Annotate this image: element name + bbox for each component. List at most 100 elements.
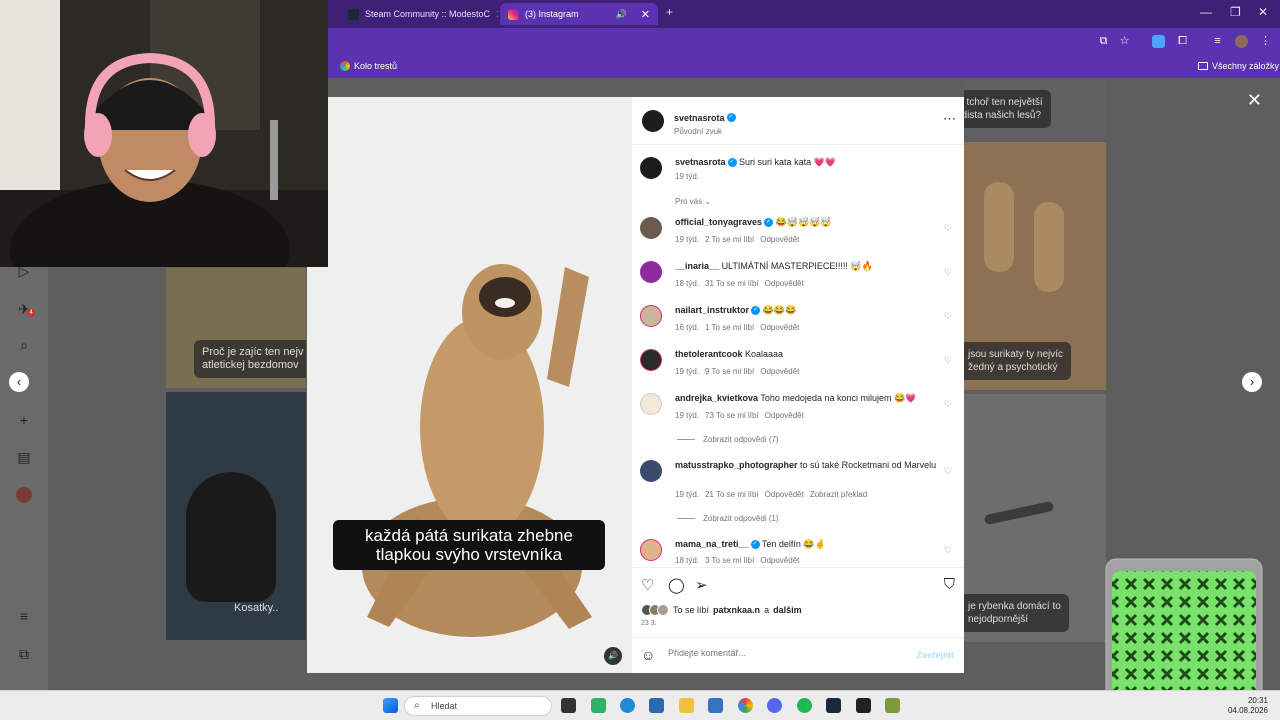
close-modal-icon[interactable]: ✕ bbox=[1247, 90, 1262, 111]
comment-likes[interactable]: 31 To se mi líbí bbox=[705, 279, 759, 288]
steam-icon[interactable] bbox=[826, 698, 841, 713]
post-video[interactable]: každá pátá surikata zhebne tlapkou svýho… bbox=[307, 97, 632, 673]
profile-avatar[interactable] bbox=[1235, 35, 1248, 48]
comment-input[interactable] bbox=[668, 648, 898, 658]
windows-start-icon[interactable] bbox=[383, 698, 398, 713]
threads-icon[interactable]: ⧉ bbox=[16, 646, 32, 662]
bookmark-star-icon[interactable]: ☆ bbox=[1118, 35, 1131, 48]
reply-button[interactable]: Odpovědět bbox=[760, 367, 799, 376]
like-comment-icon[interactable]: ♡ bbox=[944, 355, 952, 366]
publish-button[interactable]: Zveřejnit bbox=[916, 650, 954, 660]
search-icon[interactable]: ⌕ bbox=[16, 337, 32, 353]
menu-icon[interactable]: ⋮ bbox=[1259, 35, 1272, 48]
liked-by-user[interactable]: patxnkaa.n bbox=[713, 605, 760, 615]
reply-button[interactable]: Odpovědět bbox=[760, 556, 799, 565]
like-comment-icon[interactable]: ♡ bbox=[944, 466, 952, 477]
reply-button[interactable]: Odpovědět bbox=[765, 279, 804, 288]
grid-tile[interactable]: je rybenka domácí to nejodpornější bbox=[964, 394, 1106, 642]
more-menu-icon[interactable]: ≡ bbox=[16, 608, 32, 624]
bookmark-kolo-trestu[interactable]: Kolo trestů bbox=[340, 61, 397, 71]
like-comment-icon[interactable]: ♡ bbox=[944, 223, 952, 234]
avatar[interactable] bbox=[640, 539, 662, 561]
task-view-icon[interactable] bbox=[561, 698, 576, 713]
more-options-icon[interactable]: ⋯ bbox=[943, 111, 956, 127]
edge-icon[interactable] bbox=[620, 698, 635, 713]
tab-instagram[interactable]: (3) Instagram 🔊 ✕ bbox=[500, 3, 658, 25]
avatar[interactable] bbox=[640, 349, 662, 371]
profile-avatar[interactable] bbox=[16, 487, 32, 503]
mail-icon[interactable] bbox=[708, 698, 723, 713]
like-comment-icon[interactable]: ♡ bbox=[944, 267, 952, 278]
grid-tile[interactable]: je tchoř ten největší adista našich lesů… bbox=[964, 78, 1106, 138]
system-clock[interactable]: 20:31 04.08.2026 bbox=[1228, 696, 1268, 716]
previous-post-button[interactable]: ‹ bbox=[9, 372, 29, 392]
comment-username[interactable]: thetolerantcook bbox=[675, 349, 743, 359]
reply-button[interactable]: Odpovědět bbox=[760, 235, 799, 244]
view-replies-button[interactable]: Zobrazit odpovědi (1) bbox=[677, 514, 779, 523]
maximize-icon[interactable]: ❐ bbox=[1230, 5, 1241, 19]
comment-likes[interactable]: 2 To se mi líbí bbox=[705, 235, 754, 244]
avatar[interactable] bbox=[640, 305, 662, 327]
like-icon[interactable]: ♡ bbox=[641, 576, 654, 594]
avatar[interactable] bbox=[640, 261, 662, 283]
like-comment-icon[interactable]: ♡ bbox=[944, 399, 952, 410]
avatar[interactable] bbox=[640, 393, 662, 415]
dashboard-icon[interactable]: ▤ bbox=[16, 449, 32, 465]
share-icon[interactable]: ➢ bbox=[695, 576, 708, 594]
comment-likes[interactable]: 21 To se mi líbí bbox=[705, 490, 759, 499]
comment-likes[interactable]: 1 To se mi líbí bbox=[705, 323, 754, 332]
reply-button[interactable]: Odpovědět bbox=[760, 323, 799, 332]
close-icon[interactable]: ✕ bbox=[641, 8, 650, 21]
comment-username[interactable]: matusstrapko_photographer bbox=[675, 460, 798, 470]
game-launcher-icon[interactable] bbox=[856, 698, 871, 713]
comment-username[interactable]: official_tonyagraves bbox=[675, 217, 762, 227]
like-comment-icon[interactable]: ♡ bbox=[944, 545, 952, 556]
like-comment-icon[interactable]: ♡ bbox=[944, 311, 952, 322]
avatar[interactable] bbox=[642, 110, 664, 132]
extension-icon[interactable] bbox=[1152, 35, 1165, 48]
reply-button[interactable]: Odpovědět bbox=[765, 411, 804, 420]
tab-search-icon[interactable]: ≡ bbox=[1211, 35, 1224, 48]
new-tab-button[interactable]: + bbox=[666, 5, 673, 19]
window-close-icon[interactable]: ✕ bbox=[1258, 5, 1268, 19]
next-post-button[interactable]: › bbox=[1242, 372, 1262, 392]
comment-likes[interactable]: 3 To se mi líbí bbox=[705, 556, 754, 565]
view-replies-button[interactable]: Zobrazit odpovědi (7) bbox=[677, 435, 779, 444]
comment-username[interactable]: andrejka_kvietkova bbox=[675, 393, 758, 403]
save-icon[interactable]: ⛉ bbox=[944, 576, 955, 593]
emoji-icon[interactable]: ☺ bbox=[641, 647, 655, 663]
minecraft-icon[interactable] bbox=[885, 698, 900, 713]
audio-label[interactable]: Původní zvuk bbox=[674, 127, 736, 136]
store-icon[interactable] bbox=[649, 698, 664, 713]
chrome-icon[interactable] bbox=[738, 698, 753, 713]
caption-username[interactable]: svetnasrota bbox=[675, 157, 726, 167]
install-app-icon[interactable]: ⧉ bbox=[1097, 35, 1110, 48]
reply-button[interactable]: Odpovědět bbox=[765, 490, 804, 499]
close-icon[interactable]: ✕ bbox=[496, 8, 498, 21]
create-icon[interactable]: + bbox=[16, 412, 32, 428]
app-icon[interactable] bbox=[591, 698, 606, 713]
comment-likes[interactable]: 73 To se mi líbí bbox=[705, 411, 759, 420]
comment-icon[interactable]: ◯ bbox=[668, 576, 685, 594]
liked-by-others[interactable]: dalším bbox=[773, 605, 802, 615]
puzzle-icon[interactable]: ⧠ bbox=[1176, 35, 1189, 48]
comment-username[interactable]: nailart_instruktor bbox=[675, 305, 749, 315]
speaker-icon[interactable]: 🔊 bbox=[616, 9, 627, 20]
grid-tile[interactable]: Proč je zajíc ten nejv atletickej bezdom… bbox=[166, 268, 306, 388]
avatar[interactable] bbox=[640, 217, 662, 239]
avatar[interactable] bbox=[640, 460, 662, 482]
grid-tile[interactable]: jsou surikaty ty nejvíc žedný a psychoti… bbox=[964, 142, 1106, 390]
comment-likes[interactable]: 9 To se mi líbí bbox=[705, 367, 754, 376]
spotify-icon[interactable] bbox=[797, 698, 812, 713]
minimize-icon[interactable]: — bbox=[1200, 5, 1212, 19]
post-username[interactable]: svetnasrota bbox=[674, 113, 725, 123]
all-bookmarks[interactable]: Všechny záložky bbox=[1198, 61, 1279, 71]
avatar[interactable] bbox=[640, 157, 662, 179]
comment-filter[interactable]: Pro vás ⌄ bbox=[675, 197, 711, 206]
tab-steam[interactable]: Steam Community :: ModestoC ✕ bbox=[340, 3, 498, 25]
translate-button[interactable]: Zobrazit překlad bbox=[810, 490, 867, 499]
comment-username[interactable]: mama_na_treti__ bbox=[675, 539, 749, 549]
file-explorer-icon[interactable] bbox=[679, 698, 694, 713]
audio-icon[interactable]: 🔊 bbox=[604, 647, 622, 665]
taskbar-search[interactable]: ⌕ Hledat bbox=[404, 696, 552, 716]
